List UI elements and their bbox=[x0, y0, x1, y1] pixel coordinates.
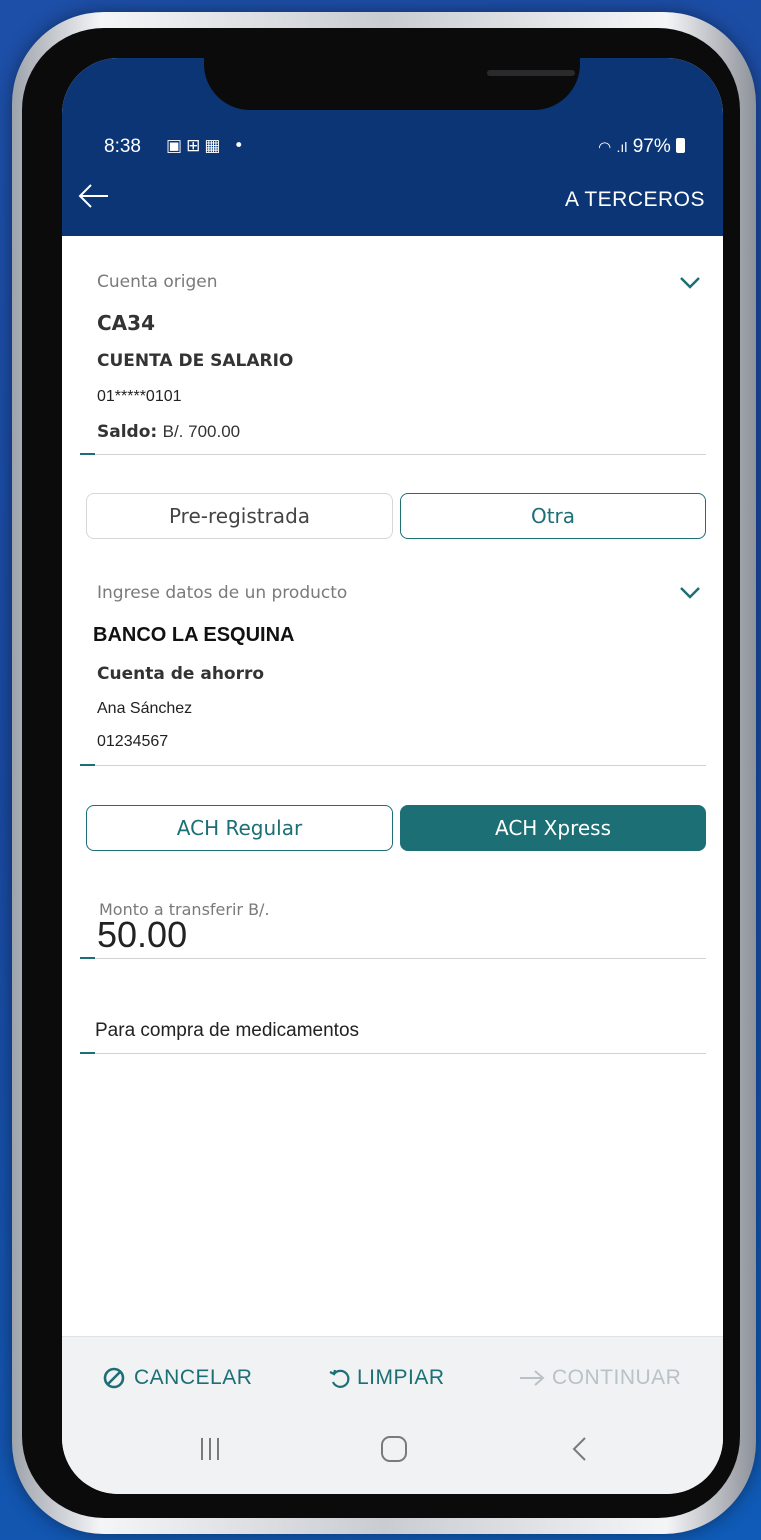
amount-value: 50.00 bbox=[97, 914, 188, 955]
continue-label: CONTINUAR bbox=[552, 1366, 682, 1389]
cancel-icon bbox=[103, 1367, 125, 1389]
destination-account-number: 01234567 bbox=[97, 733, 169, 750]
battery-level: 97% bbox=[632, 136, 671, 157]
account-holder: Ana Sánchez bbox=[97, 700, 193, 717]
phone-screen: 8:38 ▣⊞▦ • ◠ .ıl 97% A TERCEROS Cuenta o… bbox=[62, 58, 723, 1494]
status-right: ◠ .ıl 97% bbox=[598, 136, 685, 158]
origin-account-code: CA34 bbox=[97, 311, 155, 335]
description-field[interactable]: Para compra de medicamentos bbox=[95, 1020, 359, 1042]
cancel-label: CANCELAR bbox=[134, 1366, 253, 1389]
cancel-button[interactable]: CANCELAR bbox=[102, 1360, 252, 1396]
gallery-icon: ▣ bbox=[166, 136, 187, 156]
back-arrow-icon[interactable] bbox=[76, 178, 112, 214]
divider bbox=[80, 765, 706, 766]
continue-button[interactable]: CONTINUAR bbox=[518, 1360, 681, 1396]
arrow-right-icon bbox=[520, 1370, 545, 1386]
tab-ach-regular[interactable]: ACH Regular bbox=[86, 805, 393, 851]
origin-balance: Saldo: B/. 700.00 bbox=[97, 422, 240, 442]
origin-account-number: 01*****0101 bbox=[97, 388, 182, 405]
chevron-down-icon[interactable] bbox=[679, 276, 701, 290]
tab-preregistered[interactable]: Pre-registrada bbox=[86, 493, 393, 539]
divider bbox=[80, 1053, 706, 1054]
recent-apps-icon[interactable] bbox=[195, 1434, 225, 1464]
origin-account-label: Cuenta origen bbox=[97, 272, 218, 292]
clear-label: LIMPIAR bbox=[357, 1366, 445, 1389]
status-notification-icons: ▣⊞▦ • bbox=[166, 136, 248, 156]
clear-button[interactable]: LIMPIAR bbox=[327, 1360, 445, 1396]
balance-value: B/. 700.00 bbox=[162, 422, 241, 441]
calendar-icon: ▦ bbox=[204, 136, 225, 156]
speaker-grille bbox=[487, 70, 575, 76]
status-time: 8:38 bbox=[104, 136, 141, 157]
reset-icon bbox=[329, 1369, 350, 1388]
divider bbox=[80, 454, 706, 455]
origin-account-name: CUENTA DE SALARIO bbox=[97, 351, 294, 371]
page-title: A TERCEROS bbox=[565, 188, 705, 211]
tab-ach-xpress[interactable]: ACH Xpress bbox=[400, 805, 706, 851]
dot-icon: • bbox=[233, 136, 248, 156]
underline-accent bbox=[80, 957, 95, 959]
wifi-icon: ◠ bbox=[598, 139, 612, 156]
signal-icon: .ıl bbox=[616, 139, 628, 155]
divider bbox=[80, 958, 706, 959]
teams-icon: ⊞ bbox=[186, 136, 205, 156]
chevron-down-icon[interactable] bbox=[679, 586, 701, 600]
product-label: Ingrese datos de un producto bbox=[97, 583, 348, 603]
underline-accent bbox=[80, 453, 95, 455]
underline-accent bbox=[80, 764, 95, 766]
tab-other[interactable]: Otra bbox=[400, 493, 706, 539]
bank-name: BANCO LA ESQUINA bbox=[93, 624, 295, 646]
home-icon[interactable] bbox=[379, 1434, 409, 1464]
account-type: Cuenta de ahorro bbox=[97, 664, 265, 684]
back-icon[interactable] bbox=[565, 1434, 595, 1464]
balance-label: Saldo: bbox=[97, 422, 158, 442]
underline-accent bbox=[80, 1052, 95, 1054]
camera-notch bbox=[204, 58, 580, 110]
battery-icon bbox=[676, 138, 685, 153]
